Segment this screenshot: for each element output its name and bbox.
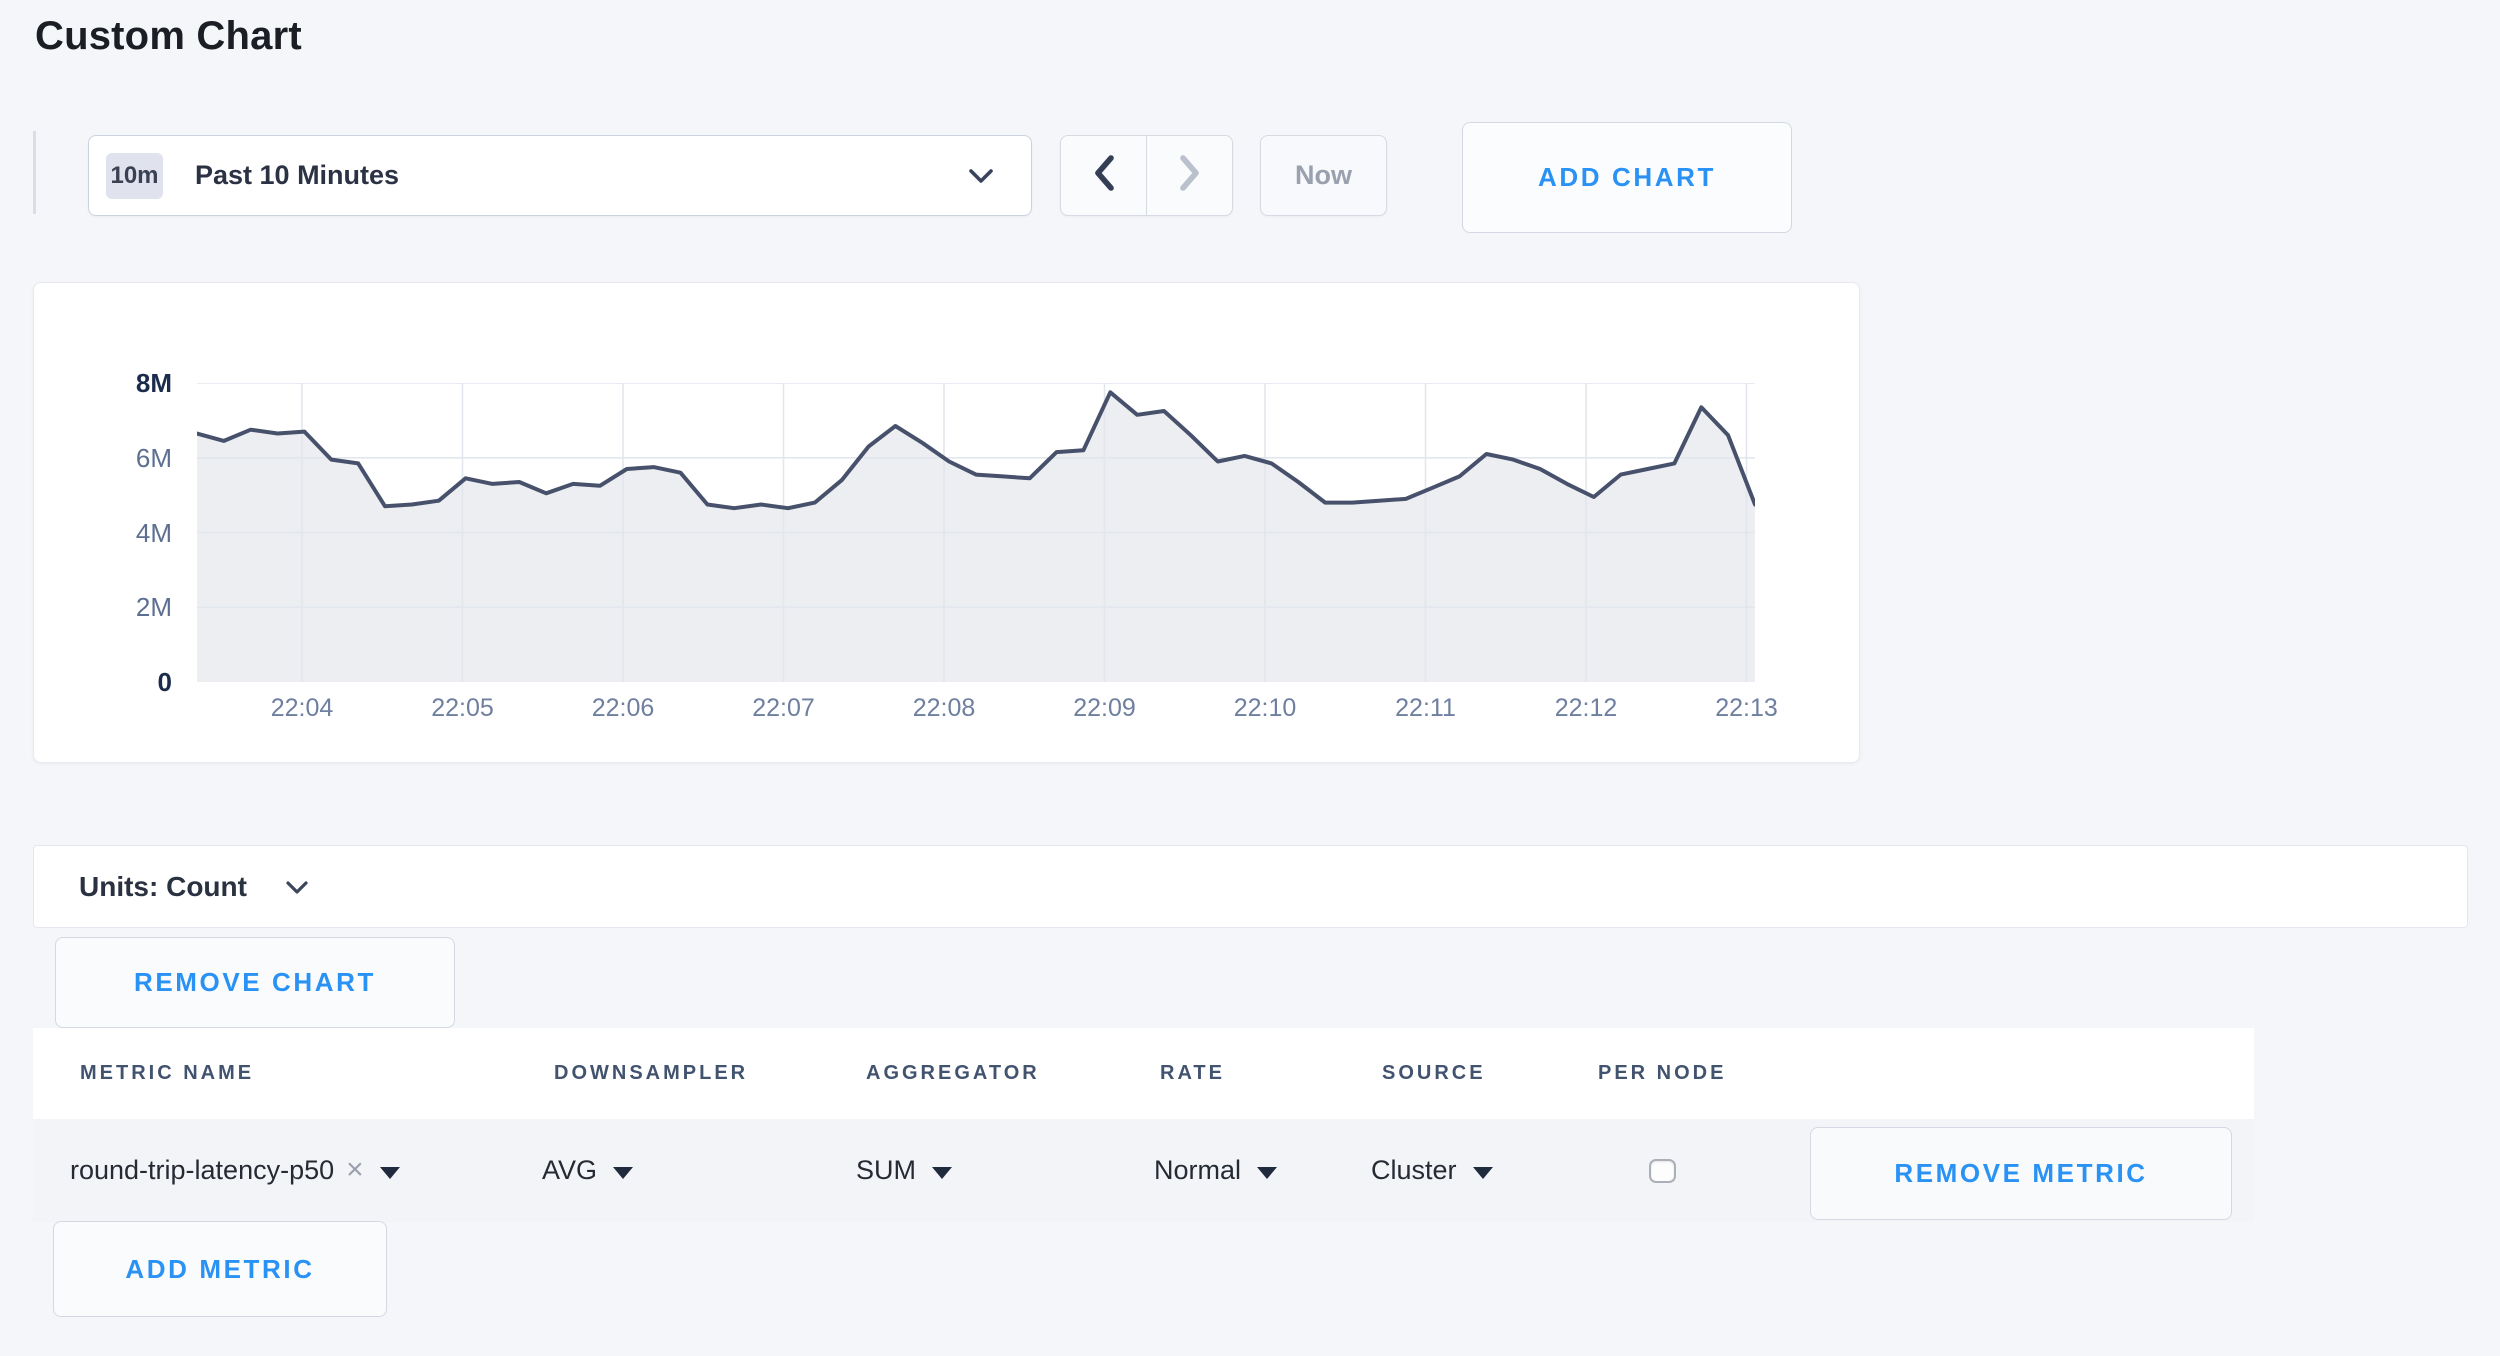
y-axis-label: 0	[84, 667, 172, 698]
remove-metric-button[interactable]: REMOVE METRIC	[1810, 1127, 2232, 1220]
metric-name-value: round-trip-latency-p50	[70, 1155, 334, 1186]
time-range-label: Past 10 Minutes	[195, 160, 399, 191]
add-metric-button[interactable]: ADD METRIC	[53, 1221, 387, 1317]
column-header-per-node: PER NODE	[1598, 1028, 1726, 1119]
timeseries-chart[interactable]	[197, 383, 1755, 682]
downsampler-select[interactable]: AVG	[542, 1119, 633, 1222]
y-axis-label: 2M	[84, 592, 172, 623]
page-title: Custom Chart	[35, 14, 302, 59]
next-interval-button[interactable]	[1146, 136, 1232, 215]
time-range-badge: 10m	[106, 153, 163, 199]
rate-select[interactable]: Normal	[1154, 1119, 1277, 1222]
y-axis-label: 8M	[84, 368, 172, 399]
aggregator-value: SUM	[856, 1155, 916, 1186]
chart-area-fill	[197, 392, 1755, 682]
remove-chart-button[interactable]: REMOVE CHART	[55, 937, 455, 1028]
column-header-aggregator: AGGREGATOR	[866, 1028, 1040, 1119]
now-button[interactable]: Now	[1260, 135, 1387, 216]
column-header-metric-name: METRIC NAME	[80, 1028, 254, 1119]
metrics-table-header: METRIC NAME DOWNSAMPLER AGGREGATOR RATE …	[33, 1028, 2254, 1119]
custom-chart-page: Custom Chart 10m Past 10 Minutes Now ADD…	[0, 0, 2500, 1356]
add-chart-button[interactable]: ADD CHART	[1462, 122, 1792, 233]
caret-down-icon	[932, 1167, 952, 1179]
x-axis-label: 22:10	[1195, 694, 1335, 723]
column-header-source: SOURCE	[1382, 1028, 1486, 1119]
aggregator-select[interactable]: SUM	[856, 1119, 952, 1222]
x-axis-label: 22:13	[1677, 694, 1817, 723]
chevron-right-icon	[1178, 153, 1202, 198]
x-axis-label: 22:11	[1356, 694, 1496, 723]
time-step-group	[1060, 135, 1233, 216]
column-header-downsampler: DOWNSAMPLER	[554, 1028, 748, 1119]
column-header-rate: RATE	[1160, 1028, 1225, 1119]
units-label: Units: Count	[79, 871, 247, 903]
caret-down-icon	[1257, 1167, 1277, 1179]
time-range-dropdown[interactable]: 10m Past 10 Minutes	[88, 135, 1032, 216]
caret-down-icon	[613, 1167, 633, 1179]
x-axis-label: 22:07	[714, 694, 854, 723]
x-axis-label: 22:09	[1035, 694, 1175, 723]
chevron-down-icon	[285, 880, 309, 900]
x-axis-label: 22:06	[553, 694, 693, 723]
source-select[interactable]: Cluster	[1371, 1119, 1493, 1222]
clear-metric-icon[interactable]: ×	[346, 1153, 364, 1187]
chart-block-divider	[33, 131, 36, 214]
rate-value: Normal	[1154, 1155, 1241, 1186]
caret-down-icon	[380, 1167, 400, 1179]
downsampler-value: AVG	[542, 1155, 597, 1186]
x-axis-label: 22:05	[393, 694, 533, 723]
y-axis-label: 4M	[84, 518, 172, 549]
caret-down-icon	[1473, 1167, 1493, 1179]
x-axis-label: 22:08	[874, 694, 1014, 723]
per-node-checkbox[interactable]	[1649, 1159, 1676, 1183]
chevron-down-icon	[967, 168, 995, 190]
x-axis-label: 22:04	[232, 694, 372, 723]
y-axis-label: 6M	[84, 443, 172, 474]
previous-interval-button[interactable]	[1061, 136, 1146, 215]
units-dropdown[interactable]: Units: Count	[33, 845, 2468, 928]
metric-name-select[interactable]: round-trip-latency-p50 ×	[70, 1119, 400, 1222]
chevron-left-icon	[1092, 153, 1116, 198]
source-value: Cluster	[1371, 1155, 1457, 1186]
x-axis-label: 22:12	[1516, 694, 1656, 723]
